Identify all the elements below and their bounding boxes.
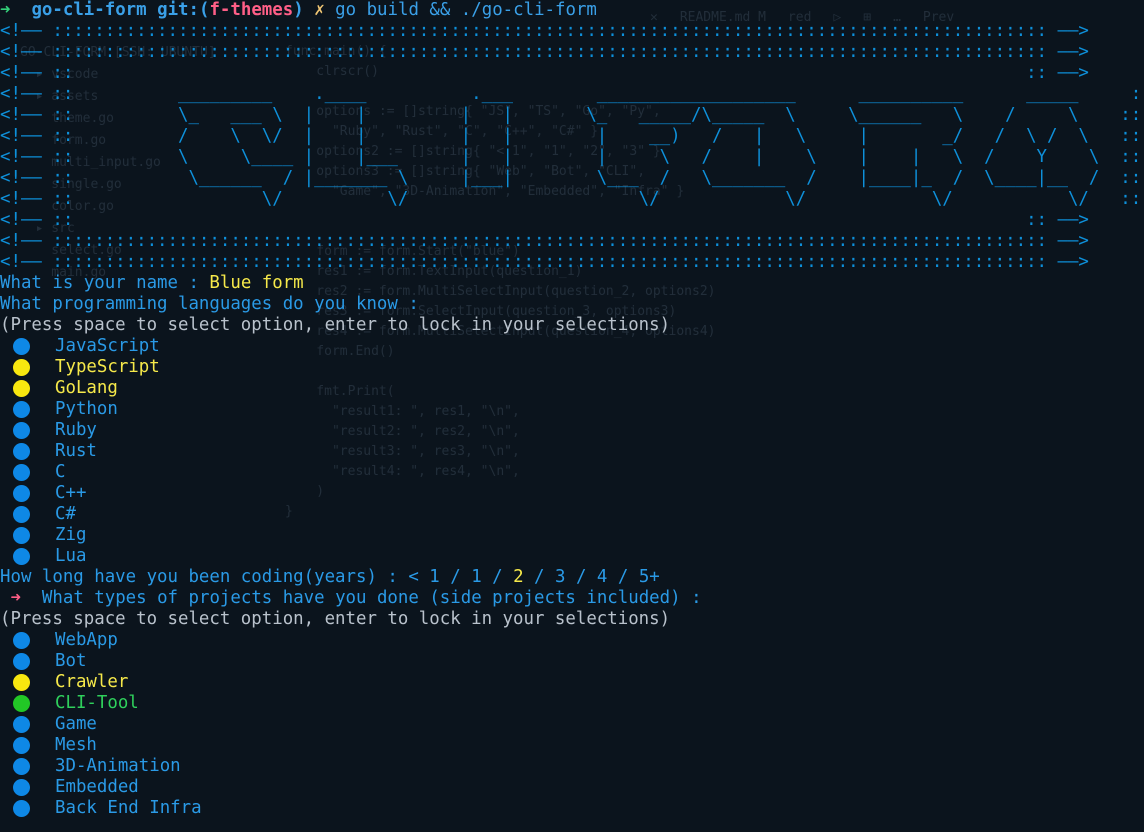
banner-line: <!—— :::::::::::::::::::::::::::::::::::… <box>0 252 1089 272</box>
selected-dot-icon <box>13 359 30 376</box>
option-label: C <box>55 462 66 482</box>
banner-line: <!—— :: :: ——> <box>0 210 1089 230</box>
option-label: Rust <box>55 441 97 461</box>
option-label: Python <box>55 399 118 419</box>
option-typescript[interactable]: TypeScript <box>0 357 1144 378</box>
years-question-row: How long have you been coding(years) : <… <box>0 567 660 587</box>
years-choice[interactable]: 1 <box>471 567 481 587</box>
unselected-dot-icon <box>13 506 30 523</box>
option-csharp[interactable]: C# <box>0 504 1144 525</box>
prompt-arrow-icon: ➜ <box>0 0 11 20</box>
unselected-dot-icon <box>13 401 30 418</box>
years-choice[interactable]: 3 <box>555 567 565 587</box>
option-label: Ruby <box>55 420 97 440</box>
option-label: C++ <box>55 483 87 503</box>
years-choice-selected[interactable]: 2 <box>513 567 523 587</box>
years-choice[interactable]: 4 <box>597 567 607 587</box>
dirty-mark-icon: ✗ <box>314 0 325 20</box>
name-answer: Blue form <box>209 273 304 293</box>
shell-command: go build && ./go-cli-form <box>335 0 597 20</box>
name-question: What is your name : <box>0 273 210 293</box>
unselected-dot-icon <box>13 632 30 649</box>
years-question: How long have you been coding(years) : <box>0 567 409 587</box>
option-webapp[interactable]: WebApp <box>0 630 1144 651</box>
selected-dot-icon <box>13 380 30 397</box>
option-label: Game <box>55 714 97 734</box>
unselected-dot-icon <box>13 779 30 796</box>
banner-line: <!—— :::::::::::::::::::::::::::::::::::… <box>0 21 1089 41</box>
unselected-dot-icon <box>13 548 30 565</box>
option-game[interactable]: Game <box>0 714 1144 735</box>
languages-question: What programming languages do you know : <box>0 294 419 314</box>
option-embedded[interactable]: Embedded <box>0 777 1144 798</box>
name-question-row: What is your name : Blue form <box>0 273 1144 294</box>
option-crawler[interactable]: Crawler <box>0 672 1144 693</box>
banner-line: <!—— :: \/ \/ \/ \/ \/ \/ :: ——> <box>0 189 1144 209</box>
unselected-dot-icon <box>13 653 30 670</box>
terminal: ➜ go-cli-form git:(f-themes) ✗ go build … <box>0 0 1144 832</box>
unselected-dot-icon <box>13 443 30 460</box>
option-label: JavaScript <box>55 336 160 356</box>
unselected-dot-icon <box>13 338 30 355</box>
projects-question-row: ➜ What types of projects have you done (… <box>0 588 1144 609</box>
years-choice[interactable]: 5+ <box>639 567 660 587</box>
option-label: Embedded <box>55 777 139 797</box>
languages-options: JavaScript TypeScript GoLang Python Ruby… <box>0 336 1144 567</box>
unselected-dot-icon <box>13 485 30 502</box>
option-golang[interactable]: GoLang <box>0 378 1144 399</box>
option-label: Back End Infra <box>55 798 202 818</box>
git-branch: f-themes <box>209 0 294 20</box>
banner-line: <!—— :: \_ ___ \ | | | | \_ _____/\_____… <box>0 105 1144 125</box>
option-cpp[interactable]: C++ <box>0 483 1144 504</box>
ascii-banner: <!—— :::::::::::::::::::::::::::::::::::… <box>0 21 1144 273</box>
option-label: C# <box>55 504 76 524</box>
option-label: Zig <box>55 525 87 545</box>
option-c[interactable]: C <box>0 462 1144 483</box>
option-ruby[interactable]: Ruby <box>0 420 1144 441</box>
option-python[interactable]: Python <box>0 399 1144 420</box>
cursor-dot-icon <box>13 695 30 712</box>
banner-line: <!—— :: \ \____ | |___ | | | \ / | \ | |… <box>0 147 1144 167</box>
option-mesh[interactable]: Mesh <box>0 735 1144 756</box>
projects-question: What types of projects have you done (si… <box>41 588 702 608</box>
option-3d-animation[interactable]: 3D-Animation <box>0 756 1144 777</box>
unselected-dot-icon <box>13 800 30 817</box>
option-label: CLI-Tool <box>55 693 139 713</box>
option-javascript[interactable]: JavaScript <box>0 336 1144 357</box>
option-cli-tool[interactable]: CLI-Tool <box>0 693 1144 714</box>
projects-hint: (Press space to select option, enter to … <box>0 609 671 629</box>
option-zig[interactable]: Zig <box>0 525 1144 546</box>
option-label: Lua <box>55 546 87 566</box>
option-label: Mesh <box>55 735 97 755</box>
unselected-dot-icon <box>13 716 30 733</box>
unselected-dot-icon <box>13 464 30 481</box>
option-label: GoLang <box>55 378 118 398</box>
option-back-end-infra[interactable]: Back End Infra <box>0 798 1144 819</box>
banner-line: <!—— :::::::::::::::::::::::::::::::::::… <box>0 42 1089 62</box>
banner-line: <!—— :::::::::::::::::::::::::::::::::::… <box>0 231 1089 251</box>
banner-line: <!—— :: _________ .____ .___ ___________… <box>0 84 1144 104</box>
banner-line: <!—— :: \______ / |_______ \ |___| \___ … <box>0 168 1144 188</box>
shell-prompt: ➜ go-cli-form git:(f-themes) ✗ go build … <box>0 0 597 20</box>
option-label: 3D-Animation <box>55 756 181 776</box>
option-rust[interactable]: Rust <box>0 441 1144 462</box>
selected-dot-icon <box>13 674 30 691</box>
banner-line: <!—— :: :: ——> <box>0 63 1089 83</box>
current-directory: go-cli-form <box>31 0 147 20</box>
option-label: TypeScript <box>55 357 160 377</box>
projects-options: WebApp Bot Crawler CLI-Tool Game Mesh 3D… <box>0 630 1144 819</box>
pointer-arrow-icon: ➜ <box>10 588 21 608</box>
unselected-dot-icon <box>13 422 30 439</box>
years-choice[interactable]: < 1 <box>408 567 439 587</box>
unselected-dot-icon <box>13 527 30 544</box>
option-label: WebApp <box>55 630 118 650</box>
languages-hint: (Press space to select option, enter to … <box>0 315 671 335</box>
option-label: Crawler <box>55 672 129 692</box>
option-lua[interactable]: Lua <box>0 546 1144 567</box>
option-bot[interactable]: Bot <box>0 651 1144 672</box>
option-label: Bot <box>55 651 87 671</box>
unselected-dot-icon <box>13 758 30 775</box>
banner-line: <!—— :: / \ \/ | | | | | __) / | \ | _/ … <box>0 126 1144 146</box>
unselected-dot-icon <box>13 737 30 754</box>
